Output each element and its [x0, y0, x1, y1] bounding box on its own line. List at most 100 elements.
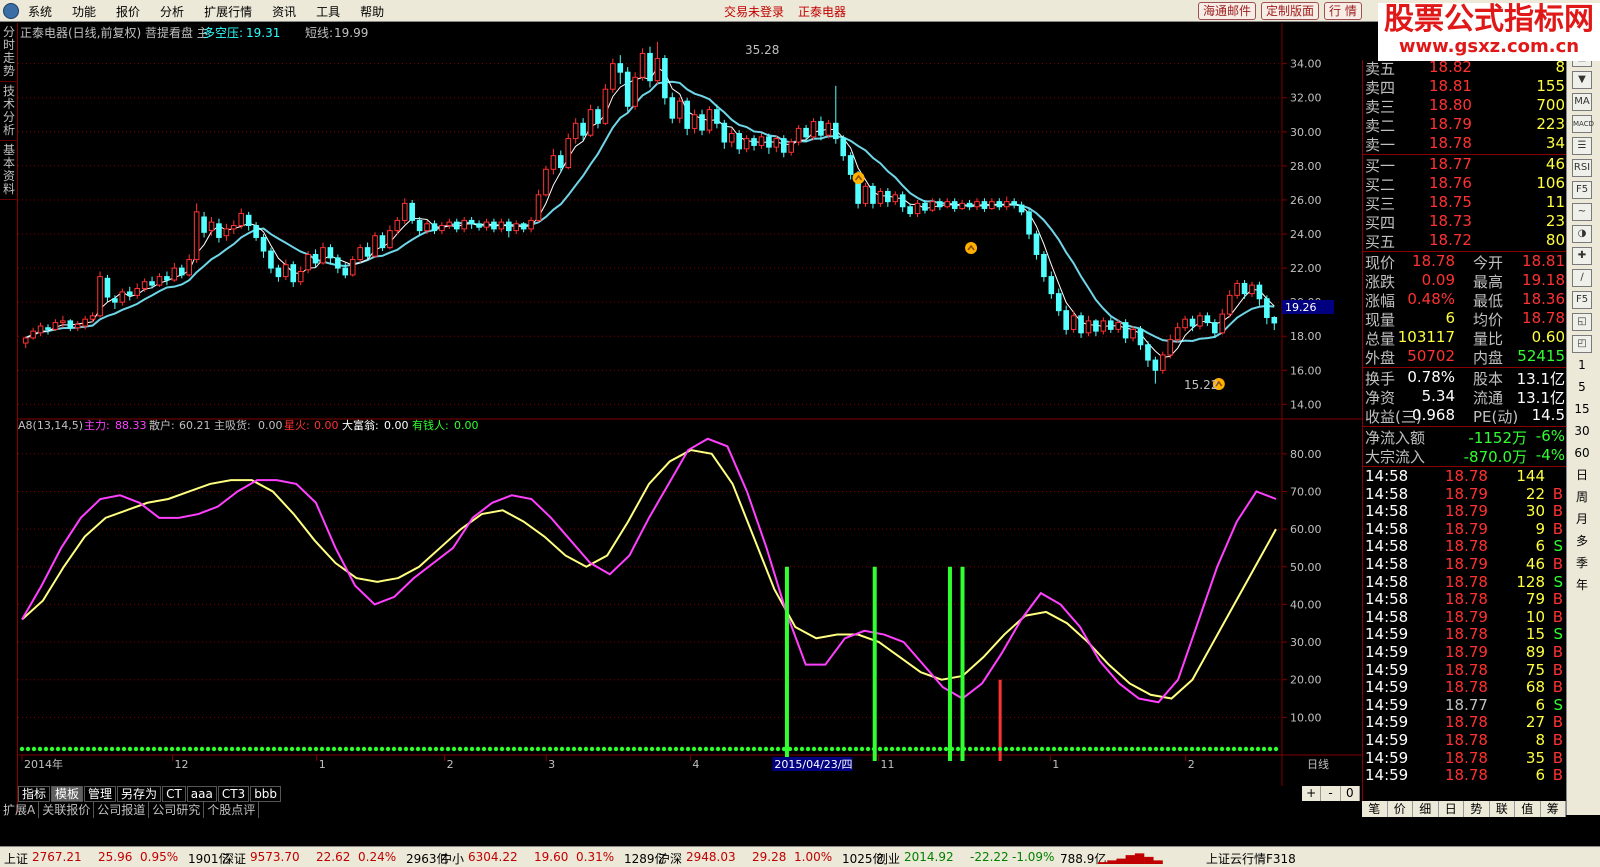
- candle-body: [268, 250, 274, 269]
- candle-body: [476, 223, 482, 228]
- kline-chart-svg[interactable]: 34.0032.0030.0028.0026.0024.0022.0020.00…: [18, 23, 1362, 786]
- tick-row: 14:58 18.79 30 B: [1363, 502, 1567, 520]
- book-volume: 11: [1545, 193, 1565, 211]
- flow-label: 大宗流入: [1365, 448, 1426, 466]
- price-axis-label: 34.00: [1290, 58, 1322, 71]
- zoom-button-2[interactable]: 0: [1341, 786, 1360, 801]
- toolbar-icon-11[interactable]: ∕: [1572, 269, 1592, 287]
- baseline-dot: [175, 746, 181, 752]
- toolbar-icon-15[interactable]: 1: [1572, 357, 1592, 375]
- candle-body: [1026, 211, 1032, 235]
- book-label: 卖三: [1365, 98, 1396, 116]
- price-axis-label: 30.00: [1290, 126, 1322, 139]
- quote-subtab-2[interactable]: 细: [1413, 801, 1439, 817]
- toolbar-icon-10[interactable]: ✚: [1572, 247, 1592, 265]
- info-tab-1[interactable]: 关联报价: [39, 802, 95, 818]
- toolbar-icon-12[interactable]: F5: [1572, 291, 1592, 309]
- toolbar-icon-6[interactable]: RSI: [1572, 159, 1592, 177]
- candle-body: [929, 201, 936, 211]
- quote-subtab-4[interactable]: 势: [1464, 801, 1490, 817]
- toolbar-icon-9[interactable]: ◑: [1572, 225, 1592, 243]
- quote-subtab-3[interactable]: 日: [1439, 801, 1464, 817]
- toolbar-icon-2[interactable]: ▼: [1572, 71, 1592, 89]
- menu-item-5[interactable]: 资讯: [272, 3, 296, 20]
- toolbar-icon-7[interactable]: F5: [1572, 181, 1592, 199]
- index-name[interactable]: 深证: [222, 850, 246, 867]
- tick-time: 14:59: [1365, 731, 1409, 749]
- quote-subtab-5[interactable]: 联: [1490, 801, 1515, 817]
- toolbar-icon-17[interactable]: 15: [1572, 401, 1592, 419]
- menu-item-1[interactable]: 功能: [72, 3, 96, 20]
- toolbar-icon-16[interactable]: 5: [1572, 379, 1592, 397]
- cloud-quote-status[interactable]: 上证云行情F318: [1206, 850, 1296, 867]
- candle-body: [528, 219, 534, 230]
- info-tab-3[interactable]: 公司研究: [149, 802, 205, 818]
- toolbar-icon-18[interactable]: 30: [1572, 423, 1592, 441]
- quote-subtab-0[interactable]: 笔: [1362, 801, 1388, 817]
- info-tab-2[interactable]: 公司报道: [94, 802, 150, 818]
- index-name[interactable]: 沪深: [658, 850, 682, 867]
- baseline-dot: [115, 746, 121, 752]
- indicator-tab-2[interactable]: 管理: [84, 786, 117, 802]
- menu-item-4[interactable]: 扩展行情: [204, 3, 252, 20]
- baseline-dot: [349, 746, 355, 752]
- book-price: 18.78: [1429, 134, 1472, 152]
- indicator-tab-3[interactable]: 另存为: [117, 786, 162, 802]
- candle-body: [773, 138, 780, 148]
- toolbar-icon-8[interactable]: ~: [1572, 203, 1592, 221]
- indicator-tab-1[interactable]: 模板: [51, 786, 84, 802]
- toolbar-icon-13[interactable]: ◱: [1572, 313, 1592, 331]
- menu-button-2[interactable]: 行 情: [1324, 2, 1362, 20]
- indicator-tab-6[interactable]: CT3: [217, 786, 250, 802]
- menu-item-6[interactable]: 工具: [316, 3, 340, 20]
- chart-area[interactable]: 34.0032.0030.0028.0026.0024.0022.0020.00…: [18, 23, 1362, 813]
- quote-subtab-1[interactable]: 价: [1388, 801, 1413, 817]
- toolbar-icon-24[interactable]: 季: [1572, 555, 1592, 573]
- baseline-dot: [205, 746, 211, 752]
- baseline-dot: [685, 746, 691, 752]
- menu-item-7[interactable]: 帮助: [360, 3, 384, 20]
- index-name[interactable]: 创业: [876, 850, 900, 867]
- index-name[interactable]: 上证: [4, 850, 28, 867]
- toolbar-icon-5[interactable]: ☰: [1572, 137, 1592, 155]
- left-tab-1[interactable]: 技术分析: [0, 82, 18, 141]
- indicator-tab-5[interactable]: aaa: [186, 786, 217, 802]
- toolbar-icon-22[interactable]: 月: [1572, 511, 1592, 529]
- toolbar-icon-20[interactable]: 日: [1572, 467, 1592, 485]
- tick-time: 14:59: [1365, 766, 1409, 785]
- tick-volume: 144: [1516, 467, 1545, 485]
- baseline-dot: [1039, 746, 1045, 752]
- info-tab-0[interactable]: 扩展A: [0, 802, 40, 818]
- candle-body: [1107, 320, 1114, 330]
- candle-body: [387, 230, 393, 249]
- toolbar-icon-21[interactable]: 周: [1572, 489, 1592, 507]
- left-tab-2[interactable]: 基本资料: [0, 141, 18, 200]
- left-tab-0[interactable]: 分时走势: [0, 23, 18, 82]
- toolbar-icon-19[interactable]: 60: [1572, 445, 1592, 463]
- candle-body: [654, 58, 661, 82]
- menu-item-0[interactable]: 系统: [28, 3, 52, 20]
- baseline-dot: [817, 746, 823, 752]
- index-name[interactable]: 中小: [440, 850, 464, 867]
- toolbar-icon-4[interactable]: MACD: [1572, 115, 1594, 133]
- menu-button-0[interactable]: 海通邮件: [1198, 2, 1257, 20]
- toolbar-icon-3[interactable]: MA: [1572, 93, 1592, 111]
- zoom-button-0[interactable]: +: [1302, 786, 1322, 801]
- baseline-dot: [1141, 746, 1147, 752]
- toolbar-icon-14[interactable]: ◰: [1572, 335, 1592, 353]
- menu-item-2[interactable]: 报价: [116, 3, 140, 20]
- menu-buttons: 海通邮件 定制版面行 情: [1198, 2, 1362, 20]
- indicator-tab-4[interactable]: CT: [162, 786, 186, 802]
- indicator-tab-0[interactable]: 指标: [18, 786, 51, 802]
- menu-item-3[interactable]: 分析: [160, 3, 184, 20]
- toolbar-icon-23[interactable]: 多: [1572, 533, 1592, 551]
- quote-subtab-6[interactable]: 值: [1515, 801, 1541, 817]
- info-tab-4[interactable]: 个股点评: [204, 802, 260, 818]
- menu-button-1[interactable]: 定制版面: [1261, 2, 1320, 20]
- indicator-tab-7[interactable]: bbb: [250, 786, 282, 802]
- quote-subtab-7[interactable]: 筹: [1541, 801, 1566, 817]
- toolbar-icon-25[interactable]: 年: [1572, 577, 1592, 595]
- zoom-button-1[interactable]: -: [1321, 786, 1341, 801]
- login-status[interactable]: 交易未登录: [724, 3, 784, 20]
- candle: [662, 55, 668, 105]
